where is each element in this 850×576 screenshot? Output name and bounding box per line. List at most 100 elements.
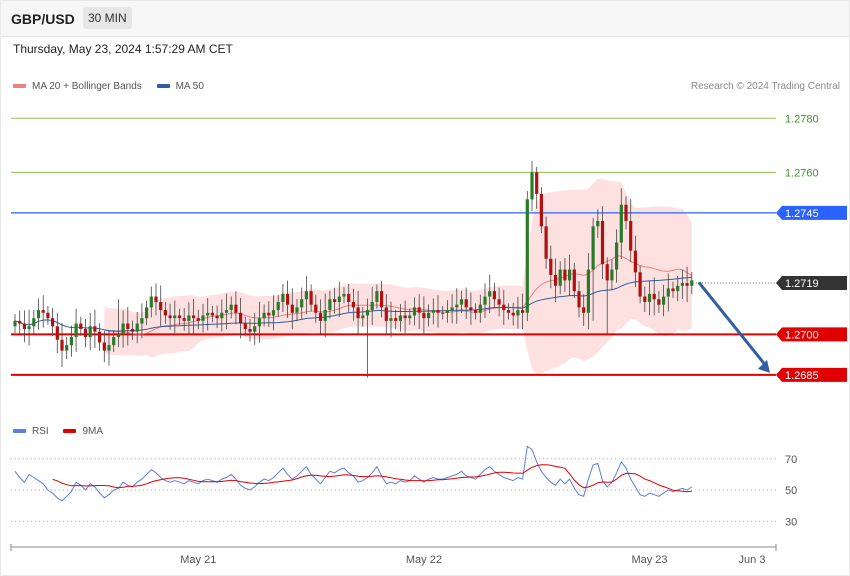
candle-body [666, 288, 670, 297]
candle-body [610, 269, 614, 281]
candle-body [239, 312, 243, 324]
candle-body [624, 204, 628, 221]
candle-body [51, 318, 55, 327]
candle-body [427, 312, 431, 319]
candle-body [177, 315, 182, 319]
candle-body [168, 315, 172, 319]
candle-body [586, 269, 590, 313]
candle-body [224, 310, 229, 313]
candle-body [309, 291, 313, 305]
candle-body [539, 193, 543, 227]
candle-body [27, 326, 31, 329]
candle-body [163, 310, 167, 316]
level-label-1.2719: 1.2719 [785, 278, 819, 290]
candle-body [149, 296, 153, 308]
x-tick-may-23: May 23 [631, 554, 667, 566]
candle-body [159, 301, 163, 311]
candle-body [605, 264, 609, 281]
candle-body [525, 199, 529, 313]
candle-body [135, 323, 139, 332]
candle-body [365, 310, 370, 316]
candle-body [619, 204, 623, 243]
candle-body [304, 291, 308, 300]
candle-body [22, 323, 26, 329]
level-label-1.2685: 1.2685 [785, 370, 819, 382]
x-tick-jun-3: Jun 3 [739, 554, 766, 566]
candle-body [483, 296, 487, 305]
candle-body [300, 299, 304, 308]
x-tick-may-21: May 21 [180, 554, 216, 566]
candle-body [333, 299, 337, 302]
candle-body [253, 326, 257, 332]
candle-body [271, 310, 276, 316]
9ma-line [52, 464, 692, 493]
rsi-tick-50: 50 [785, 485, 797, 497]
candle-body [337, 296, 341, 302]
candle-body [55, 326, 59, 340]
candle-body [478, 304, 482, 313]
candle-body [206, 312, 210, 316]
candle-body [210, 312, 214, 316]
candle-body [389, 318, 393, 321]
candle-body [431, 310, 435, 313]
candle-body [685, 283, 689, 286]
candle-body [676, 285, 680, 292]
candle-body [36, 310, 41, 319]
candle-body [130, 328, 135, 332]
candle-body [83, 328, 88, 338]
candle-body [98, 331, 102, 343]
candle-body [281, 293, 285, 302]
candle-body [318, 312, 323, 321]
candle-body [215, 315, 219, 319]
candle-body [356, 307, 360, 319]
candle-body [154, 296, 158, 302]
candle-body [60, 339, 64, 351]
candle-body [286, 293, 290, 305]
candle-body [182, 318, 186, 321]
candle-body [502, 304, 506, 311]
candle-body [276, 301, 280, 311]
candle-body [647, 293, 652, 302]
candle-body [13, 320, 17, 327]
candle-body [69, 337, 73, 346]
candle-body [558, 269, 562, 286]
candle-body [267, 312, 271, 316]
level-label-1.2745: 1.2745 [785, 208, 819, 220]
candle-body [394, 318, 398, 321]
candle-body [563, 269, 567, 281]
candle-body [290, 304, 294, 313]
candle-body [455, 304, 459, 308]
candle-body [572, 269, 576, 292]
candle-body [445, 310, 449, 313]
candle-body [657, 299, 661, 305]
candle-body [422, 312, 426, 319]
candle-body [234, 304, 238, 313]
rsi-tick-30: 30 [785, 516, 797, 528]
candle-body [370, 301, 374, 311]
price-chart[interactable]: 1.2780 1.2760 1.2745 1.2719 1.2700 1.2685 70 50… [0, 0, 850, 576]
candle-body [380, 291, 384, 308]
level-label-1.2760: 1.2760 [785, 167, 819, 179]
candle-body [375, 291, 379, 302]
candle-body [295, 307, 299, 313]
level-label-1.2700: 1.2700 [785, 329, 819, 341]
candle-body [93, 326, 97, 332]
candle-body [459, 299, 464, 305]
candle-body [643, 296, 647, 302]
candle-body [107, 345, 111, 351]
candle-body [596, 220, 600, 227]
candle-body [511, 312, 515, 316]
candle-body [450, 307, 454, 311]
candle-body [591, 226, 595, 270]
candle-body [516, 310, 520, 316]
candle-body [229, 304, 233, 311]
candle-body [187, 315, 191, 321]
candle-body [408, 315, 412, 319]
candle-body [521, 310, 525, 313]
candle-body [680, 283, 684, 286]
candle-body [441, 312, 445, 314]
candle-body [535, 172, 539, 194]
candle-body [633, 250, 637, 273]
candle-body [121, 323, 125, 335]
candle-body [384, 307, 388, 321]
